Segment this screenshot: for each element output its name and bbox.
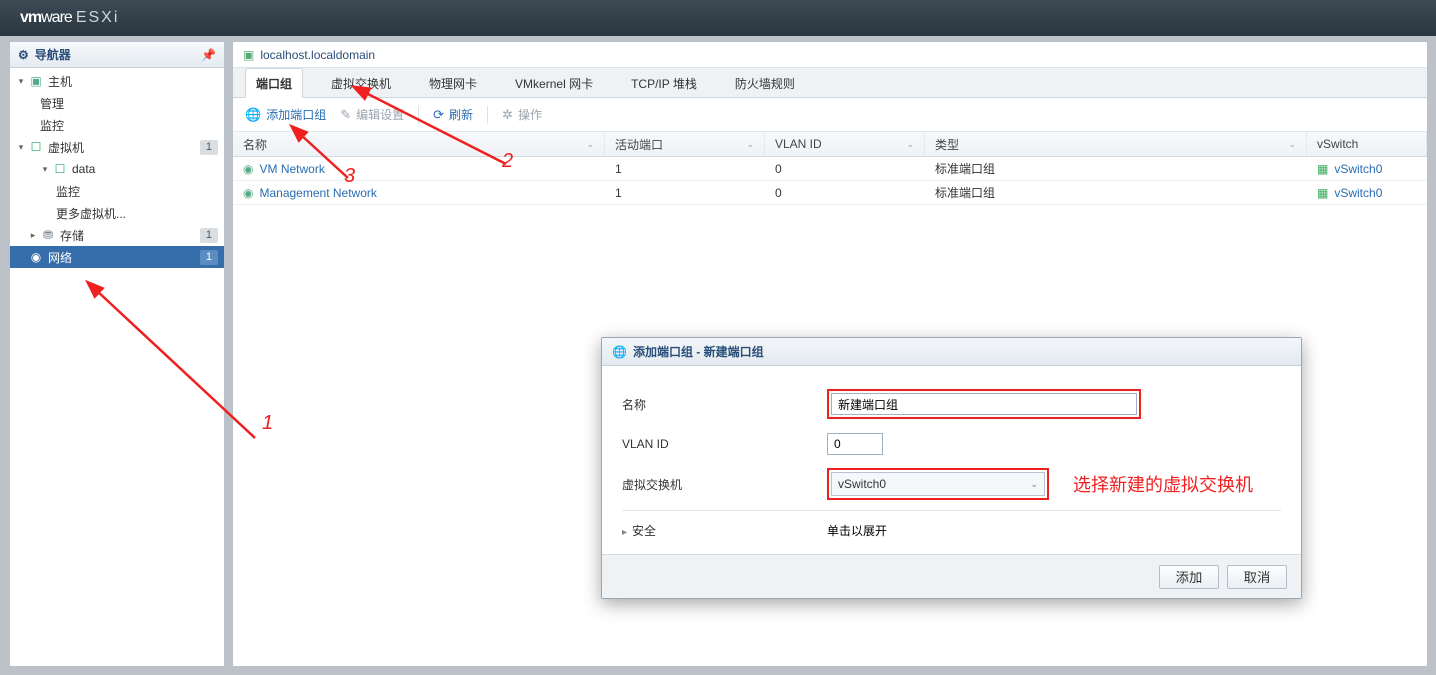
sort-icon[interactable]: ⌄: [906, 139, 914, 150]
sort-icon[interactable]: ⌄: [1288, 139, 1296, 150]
annotation-highlight: vSwitch0 ⌄: [827, 468, 1049, 500]
product-logo: vmwareESXi: [20, 9, 119, 27]
separator: [487, 106, 488, 124]
gear-icon: ✲: [502, 107, 513, 123]
actions-button[interactable]: ✲操作: [502, 106, 542, 123]
chevron-down-icon: ⌄: [1030, 479, 1038, 490]
grid-header: 名称⌄ 活动端口⌄ VLAN ID⌄ 类型⌄ vSwitch: [233, 132, 1427, 157]
sort-icon[interactable]: ⌄: [586, 139, 594, 150]
table-row[interactable]: ◉Management Network 1 0 标准端口组 ▦vSwitch0: [233, 181, 1427, 205]
dialog-title-bar[interactable]: 🌐 添加端口组 - 新建端口组: [602, 338, 1301, 366]
dialog-body: 名称 VLAN ID 虚拟交换机 vSwitch0 ⌄: [602, 366, 1301, 554]
vm-icon: ☐: [28, 140, 44, 154]
pin-icon[interactable]: 📌: [201, 48, 216, 62]
add-button[interactable]: 添加: [1159, 565, 1219, 589]
tab-bar: 端口组 虚拟交换机 物理网卡 VMkernel 网卡 TCP/IP 堆栈 防火墙…: [233, 68, 1427, 98]
vm-icon: ☐: [52, 162, 68, 176]
vlan-id-input[interactable]: [827, 433, 883, 455]
collapse-icon[interactable]: ▾: [40, 164, 50, 175]
refresh-button[interactable]: ⟳刷新: [433, 106, 473, 123]
nav-network[interactable]: ◉ 网络 1: [10, 246, 224, 268]
nav-host[interactable]: ▾ ▣ 主机: [10, 70, 224, 92]
tab-pnics[interactable]: 物理网卡: [419, 69, 487, 97]
nav-vm-more[interactable]: 更多虚拟机...: [10, 202, 224, 224]
vswitch-icon: ▦: [1317, 186, 1328, 200]
expand-icon[interactable]: ▸: [28, 230, 38, 241]
edit-settings-button[interactable]: ✎编辑设置: [340, 106, 404, 123]
dialog-footer: 添加 取消: [602, 554, 1301, 598]
col-name[interactable]: 名称⌄: [233, 132, 605, 156]
portgroup-grid: 名称⌄ 活动端口⌄ VLAN ID⌄ 类型⌄ vSwitch ◉VM Netwo…: [233, 132, 1427, 205]
tab-firewall[interactable]: 防火墙规则: [725, 69, 805, 97]
tab-portgroups[interactable]: 端口组: [245, 68, 303, 98]
vswitch-icon: ▦: [1317, 162, 1328, 176]
portgroup-name-input[interactable]: [831, 393, 1137, 415]
add-portgroup-button[interactable]: 🌐添加端口组: [245, 106, 326, 123]
col-vswitch[interactable]: vSwitch: [1307, 132, 1427, 156]
col-vlan[interactable]: VLAN ID⌄: [765, 132, 925, 156]
portgroup-icon: ◉: [243, 162, 253, 176]
field-vlan: VLAN ID: [622, 424, 1281, 464]
nav-storage[interactable]: ▸ ⛃ 存储 1: [10, 224, 224, 246]
host-icon: ▣: [28, 74, 44, 88]
nav-host-monitor[interactable]: 监控: [10, 114, 224, 136]
gear-icon: ⚙: [18, 48, 29, 62]
add-icon: 🌐: [245, 107, 261, 123]
vswitch-select[interactable]: vSwitch0 ⌄: [831, 472, 1045, 496]
field-name: 名称: [622, 384, 1281, 424]
count-badge: 1: [200, 140, 218, 155]
dialog-title: 添加端口组 - 新建端口组: [633, 343, 764, 360]
portgroup-icon: 🌐: [612, 345, 627, 359]
host-name: localhost.localdomain: [260, 48, 375, 62]
navigator-header: ⚙ 导航器 📌: [10, 42, 224, 68]
count-badge: 1: [200, 228, 218, 243]
cancel-button[interactable]: 取消: [1227, 565, 1287, 589]
collapse-icon[interactable]: ▾: [16, 142, 26, 153]
top-bar: vmwareESXi: [0, 0, 1436, 36]
edit-icon: ✎: [340, 107, 351, 123]
table-row[interactable]: ◉VM Network 1 0 标准端口组 ▦vSwitch0: [233, 157, 1427, 181]
storage-icon: ⛃: [40, 228, 56, 242]
add-portgroup-dialog: 🌐 添加端口组 - 新建端口组 名称 VLAN ID 虚拟交换机 vSwitch…: [601, 337, 1302, 599]
count-badge: 1: [200, 250, 218, 265]
nav-tree: ▾ ▣ 主机 管理 监控 ▾ ☐ 虚拟机 1 ▾ ☐ data 监控 更多虚拟机…: [10, 68, 224, 270]
breadcrumb: ▣ localhost.localdomain: [233, 42, 1427, 68]
tab-tcpip[interactable]: TCP/IP 堆栈: [621, 69, 707, 97]
navigator-title: 导航器: [35, 46, 71, 63]
collapse-icon[interactable]: ▾: [16, 76, 26, 87]
sort-icon[interactable]: ⌄: [746, 139, 754, 150]
portgroup-icon: ◉: [243, 186, 253, 200]
annotation-2: 2: [502, 150, 513, 173]
separator: [418, 106, 419, 124]
field-security[interactable]: 安全 单击以展开: [622, 510, 1281, 550]
nav-vms[interactable]: ▾ ☐ 虚拟机 1: [10, 136, 224, 158]
navigator-panel: ⚙ 导航器 📌 ▾ ▣ 主机 管理 监控 ▾ ☐ 虚拟机 1 ▾ ☐ data …: [9, 41, 225, 667]
nav-vm-data[interactable]: ▾ ☐ data: [10, 158, 224, 180]
network-icon: ◉: [28, 250, 44, 264]
col-active[interactable]: 活动端口⌄: [605, 132, 765, 156]
annotation-text: 选择新建的虚拟交换机: [1073, 471, 1253, 497]
annotation-highlight: [827, 389, 1141, 419]
annotation-1: 1: [262, 412, 273, 435]
refresh-icon: ⟳: [433, 107, 444, 123]
tab-vmkernel[interactable]: VMkernel 网卡: [505, 69, 603, 97]
field-vswitch: 虚拟交换机 vSwitch0 ⌄ 选择新建的虚拟交换机: [622, 464, 1281, 504]
annotation-3: 3: [344, 165, 355, 188]
tab-vswitches[interactable]: 虚拟交换机: [321, 69, 401, 97]
nav-host-manage[interactable]: 管理: [10, 92, 224, 114]
col-type[interactable]: 类型⌄: [925, 132, 1307, 156]
host-icon: ▣: [243, 48, 254, 62]
nav-vm-monitor[interactable]: 监控: [10, 180, 224, 202]
toolbar: 🌐添加端口组 ✎编辑设置 ⟳刷新 ✲操作: [233, 98, 1427, 132]
